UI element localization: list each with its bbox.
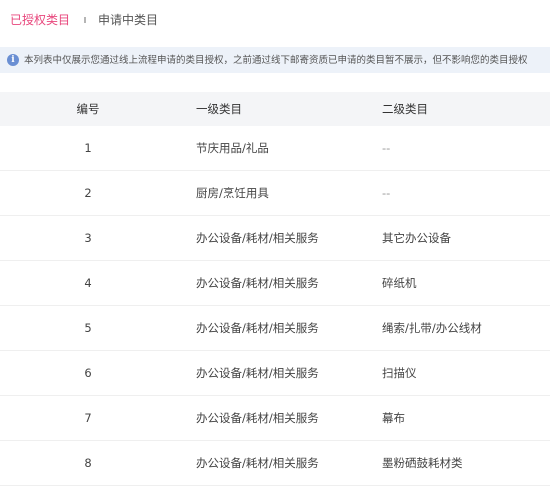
- category-table: 编号 一级类目 二级类目 1 节庆用品/礼品 -- 2 厨房/烹饪用具 -- 3 办公设备/耗…: [0, 92, 550, 486]
- row-number: 5: [84, 321, 92, 335]
- row-number: 3: [84, 231, 92, 245]
- tab-divider: [84, 17, 86, 23]
- table-row: 7 办公设备/耗材/相关服务 幕布: [0, 396, 550, 441]
- row-level1-category: 节庆用品/礼品: [196, 141, 269, 155]
- row-level1-category: 办公设备/耗材/相关服务: [196, 456, 319, 470]
- table-row: 3 办公设备/耗材/相关服务 其它办公设备: [0, 216, 550, 261]
- row-level1-category: 厨房/烹饪用具: [196, 186, 269, 200]
- table-row: 5 办公设备/耗材/相关服务 绳索/扎带/办公线材: [0, 306, 550, 351]
- row-level2-category: 墨粉硒鼓耗材类: [382, 456, 463, 470]
- row-level1-category: 办公设备/耗材/相关服务: [196, 411, 319, 425]
- row-number: 7: [84, 411, 92, 425]
- notice-text: 本列表中仅展示您通过线上流程申请的类目授权，之前通过线下邮寄资质已申请的类目暂不…: [24, 55, 528, 66]
- row-level2-category: 其它办公设备: [382, 231, 451, 245]
- table-row: 6 办公设备/耗材/相关服务 扫描仪: [0, 351, 550, 396]
- row-level2-category: --: [382, 186, 391, 200]
- row-number: 4: [84, 276, 92, 290]
- notice-banner: i 本列表中仅展示您通过线上流程申请的类目授权，之前通过线下邮寄资质已申请的类目…: [0, 47, 550, 73]
- row-level1-category: 办公设备/耗材/相关服务: [196, 231, 319, 245]
- header-level1-category: 一级类目: [196, 102, 242, 116]
- info-icon: i: [7, 54, 19, 66]
- row-level2-category: 扫描仪: [382, 366, 417, 380]
- table-row: 8 办公设备/耗材/相关服务 墨粉硒鼓耗材类: [0, 441, 550, 486]
- row-level2-category: 幕布: [382, 411, 405, 425]
- row-level2-category: 碎纸机: [382, 276, 417, 290]
- row-number: 8: [84, 456, 92, 470]
- row-level2-category: --: [382, 141, 391, 155]
- row-level1-category: 办公设备/耗材/相关服务: [196, 366, 319, 380]
- row-number: 6: [84, 366, 92, 380]
- table-header: 编号 一级类目 二级类目: [0, 92, 550, 126]
- table-body: 1 节庆用品/礼品 -- 2 厨房/烹饪用具 -- 3 办公设备/耗材/相关服务 其它办公设备 4…: [0, 126, 550, 486]
- header-level2-category: 二级类目: [382, 102, 428, 116]
- row-number: 2: [84, 186, 92, 200]
- category-tabs: 已授权类目 申请中类目: [0, 0, 550, 42]
- header-number: 编号: [76, 102, 100, 116]
- table-row: 4 办公设备/耗材/相关服务 碎纸机: [0, 261, 550, 306]
- row-number: 1: [84, 141, 92, 155]
- table-row: 2 厨房/烹饪用具 --: [0, 171, 550, 216]
- table-row: 1 节庆用品/礼品 --: [0, 126, 550, 171]
- tab-authorized-categories[interactable]: 已授权类目: [10, 12, 70, 28]
- row-level1-category: 办公设备/耗材/相关服务: [196, 276, 319, 290]
- tab-pending-categories[interactable]: 申请中类目: [98, 12, 158, 28]
- row-level1-category: 办公设备/耗材/相关服务: [196, 321, 319, 335]
- row-level2-category: 绳索/扎带/办公线材: [382, 321, 482, 335]
